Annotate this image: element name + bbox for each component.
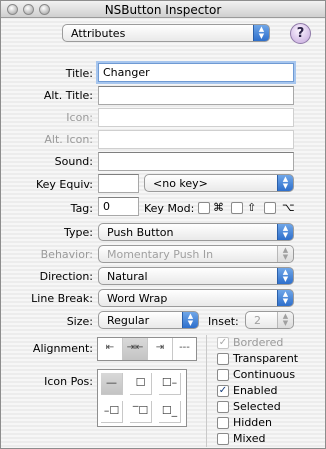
sound-field[interactable] (98, 152, 294, 171)
panel-selector-value: Attributes (71, 27, 126, 40)
help-button[interactable]: ? (290, 23, 311, 44)
align-center-icon[interactable]: ⇥⇤ (123, 338, 147, 360)
hidden-label: Hidden (233, 416, 273, 429)
icon-pos-left-icon[interactable]: ☐– (159, 373, 181, 395)
bordered-checkbox[interactable]: ✓ (217, 337, 229, 349)
mixed-label: Mixed (233, 432, 266, 445)
enabled-checkbox[interactable]: ✓ (217, 385, 229, 397)
inspector-window: NSButton Inspector Attributes ▲ ▼ ? Title… (0, 0, 326, 449)
icon-pos-right-icon[interactable]: –☐ (101, 401, 123, 423)
hidden-checkbox[interactable] (217, 417, 229, 429)
direction-popup[interactable]: Natural ▲ ▼ (98, 267, 294, 285)
key-popup[interactable]: <no key> ▲ ▼ (144, 174, 294, 192)
behavior-popup-value: Momentary Push In (107, 248, 214, 261)
title-label: Title: (65, 67, 93, 80)
key-popup-value: <no key> (153, 177, 208, 190)
alt-icon-label: Alt. Icon: (44, 133, 93, 146)
align-left-icon[interactable]: ⇤ (98, 338, 122, 360)
key-equiv-field[interactable] (98, 174, 139, 193)
icon-label: Icon: (66, 111, 93, 124)
key-equiv-label: Key Equiv: (35, 178, 93, 191)
popup-arrows-icon: ▲ ▼ (277, 290, 293, 306)
type-popup-value: Push Button (107, 226, 174, 239)
transparent-checkbox[interactable] (217, 353, 229, 365)
popup-arrows-icon: ▲ ▼ (277, 224, 293, 240)
icon-field[interactable] (98, 108, 294, 127)
transparent-label: Transparent (233, 352, 299, 365)
selected-checkbox[interactable] (217, 401, 229, 413)
alignment-segmented-control[interactable]: ⇤ ⇥⇤ ⇥ --- (97, 337, 197, 361)
key-mod-label: Key Mod: (144, 202, 195, 215)
continuous-label: Continuous (233, 368, 296, 381)
line-break-label: Line Break: (31, 292, 93, 305)
behavior-popup[interactable]: Momentary Push In ▲ ▼ (98, 245, 294, 263)
direction-label: Direction: (39, 270, 93, 283)
title-bar[interactable]: NSButton Inspector (1, 1, 325, 18)
icon-pos-only-icon[interactable]: ☐ (130, 373, 152, 395)
popup-arrows-icon: ▲ ▼ (277, 268, 293, 284)
shift-modifier-checkbox[interactable] (231, 202, 243, 214)
option-modifier-checkbox[interactable] (264, 202, 276, 214)
alt-title-field[interactable] (98, 86, 294, 105)
sound-label: Sound: (54, 155, 93, 168)
option-icon: ⌥ (282, 201, 295, 214)
align-justify-icon[interactable]: --- (173, 338, 196, 360)
bordered-label: Bordered (233, 336, 284, 349)
alt-title-label: Alt. Title: (43, 89, 93, 102)
popup-arrows-icon: ▲ ▼ (277, 312, 293, 328)
inset-label: Inset: (208, 315, 239, 328)
size-popup[interactable]: Regular ▲ ▼ (98, 311, 199, 329)
direction-popup-value: Natural (107, 270, 148, 283)
align-right-icon[interactable]: ⇥ (148, 338, 172, 360)
popup-arrows-icon: ▲ ▼ (182, 312, 198, 328)
inset-popup[interactable]: 2 ▲ ▼ (245, 311, 294, 329)
panel-selector-popup[interactable]: Attributes ▲ ▼ (62, 24, 270, 42)
icon-pos-none-icon[interactable]: — (101, 373, 123, 395)
line-break-popup-value: Word Wrap (107, 292, 168, 305)
enabled-label: Enabled (233, 384, 278, 397)
behavior-label: Behavior: (40, 248, 93, 261)
cmd-icon: ⌘ (213, 201, 224, 214)
window-title: NSButton Inspector (104, 3, 222, 17)
popup-arrows-icon: ▲ ▼ (277, 175, 293, 191)
popup-arrows-icon: ▲ ▼ (277, 246, 293, 262)
size-popup-value: Regular (107, 314, 150, 327)
type-popup[interactable]: Push Button ▲ ▼ (98, 223, 294, 241)
icon-position-matrix[interactable]: — ☐ ☐– –☐ ‾☐ ☐_ (97, 369, 187, 427)
title-field[interactable]: Changer (98, 63, 294, 82)
cmd-modifier-checkbox[interactable] (198, 202, 210, 214)
icon-pos-above-icon[interactable]: ☐_ (159, 401, 181, 423)
selected-label: Selected (233, 400, 281, 413)
line-break-popup[interactable]: Word Wrap ▲ ▼ (98, 289, 294, 307)
continuous-checkbox[interactable] (217, 369, 229, 381)
tag-label: Tag: (70, 202, 93, 215)
vertical-divider (206, 335, 207, 447)
alignment-label: Alignment: (32, 342, 93, 355)
mixed-checkbox[interactable] (217, 433, 229, 445)
type-label: Type: (64, 226, 93, 239)
size-label: Size: (66, 315, 93, 328)
icon-pos-below-icon[interactable]: ‾☐ (130, 401, 152, 423)
icon-pos-label: Icon Pos: (44, 375, 93, 388)
inset-popup-value: 2 (254, 314, 261, 327)
tag-field[interactable]: 0 (98, 197, 139, 216)
shift-icon: ⇧ (247, 201, 257, 214)
alt-icon-field[interactable] (98, 130, 294, 149)
popup-arrows-icon: ▲ ▼ (253, 25, 269, 41)
